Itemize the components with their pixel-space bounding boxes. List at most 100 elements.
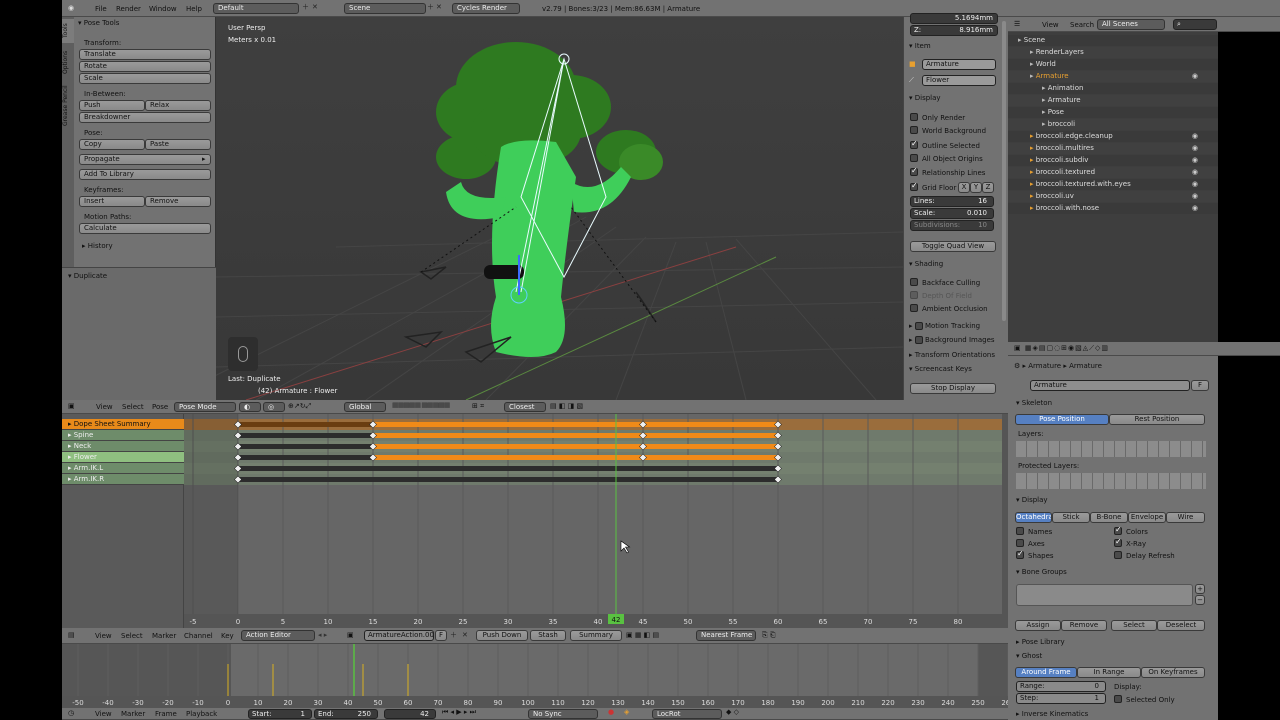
pose-library-panel-header[interactable]: ▸ Pose Library [1016,638,1065,646]
layers-grid-icon[interactable]: ▦▦▦▦▦ ▦▦▦▦▦ [392,401,450,410]
grid-scale-field[interactable]: Scale: 0.010 [910,208,994,219]
translate-button[interactable]: Translate [79,49,211,60]
ds-snap-selector[interactable]: Nearest Frame [696,630,756,641]
outliner-item[interactable]: ▸ broccoli.with.nose ◉ [1008,203,1218,214]
shapes-checkbox[interactable] [1016,549,1024,559]
outliner-view-menu[interactable]: View [1042,20,1059,30]
rotate-button[interactable]: Rotate [79,61,211,72]
propagate-button[interactable]: Propagate [79,154,211,165]
ds-select-menu[interactable]: Select [121,631,143,641]
visibility-eye-icon[interactable]: ◉ [1192,167,1198,178]
select-group-button[interactable]: Select [1111,620,1157,631]
propagate-dropdown-icon[interactable]: ▸ [202,155,206,164]
channel-row[interactable]: ▸ Neck [62,441,184,452]
remove-keyframe-button[interactable]: Remove [145,196,211,207]
snap-target-selector[interactable]: Closest [504,402,546,412]
outliner-item[interactable]: ▸ RenderLayers [1008,47,1218,58]
channel-row[interactable]: ▸ Spine [62,430,184,441]
action-fake-user-button[interactable]: F [435,630,447,641]
outline-selected-checkbox[interactable] [910,139,918,149]
ghost-step-field[interactable]: Step: 1 [1016,693,1106,704]
menu-window[interactable]: Window [149,4,177,14]
motion-tracking-panel-header[interactable]: ▸ Motion Tracking [909,322,980,330]
envelope-button[interactable]: Envelope [1128,512,1166,523]
outliner-item[interactable]: ▸ Pose [1008,107,1218,118]
action-add-icon[interactable]: ＋ [450,631,457,640]
dopesheet-keyframe-area[interactable]: -5 0 5 10 15 20 25 30 35 40 45 50 55 60 65 70 75 80 42 [184,414,1002,628]
layout-add-icon[interactable]: ＋ [302,3,309,12]
visibility-eye-icon[interactable]: ◉ [1192,191,1198,202]
outliner-search-menu[interactable]: Search [1070,20,1094,30]
insert-key-icons[interactable]: ◆ ◇ [726,708,739,717]
blender-logo-icon[interactable]: ◉ [68,4,74,13]
ghost-panel-header[interactable]: ▾ Ghost [1016,652,1042,660]
record-icon[interactable]: ● [608,708,614,717]
summary-toggle[interactable]: Summary [570,630,622,641]
remove-group-button[interactable]: Remove [1061,620,1107,631]
assign-button[interactable]: Assign [1015,620,1061,631]
ds-view-menu[interactable]: View [95,631,112,641]
names-checkbox[interactable] [1016,527,1024,535]
outliner-item[interactable]: ▸ World [1008,59,1218,70]
keying-set-icon[interactable]: ◈ [624,708,629,717]
relax-button[interactable]: Relax [145,100,211,111]
channel-row[interactable]: ▸ Arm.IK.L [62,463,184,474]
outliner-item[interactable]: ▸ broccoli.uv ◉ [1008,191,1218,202]
on-keyframes-button[interactable]: On Keyframes [1141,667,1205,678]
npanel-scrollbar[interactable] [1002,21,1006,321]
render-icons[interactable]: ▤ ◧ ◨ ▧ [550,402,583,411]
ds-channel-menu[interactable]: Channel [184,631,213,641]
only-render-checkbox[interactable] [910,113,918,121]
scene-selector[interactable]: Scene [344,3,426,14]
channel-row[interactable]: ▸ Flower [62,452,184,463]
tab-tools[interactable]: Tools [62,19,74,43]
inverse-kinematics-panel-header[interactable]: ▸ Inverse Kinematics [1016,710,1088,718]
transform-orientations-panel-header[interactable]: ▸ Transform Orientations [909,351,995,359]
remove-bone-group-button[interactable]: − [1195,595,1205,605]
dopesheet-scrollbar[interactable] [1002,414,1008,628]
pose-menu[interactable]: Pose [152,402,168,412]
outliner-item[interactable]: ▸ broccoli [1008,119,1218,130]
location-z-field[interactable]: Z: 8.916mm [910,25,998,36]
outliner-item[interactable]: ▸ Armature [1008,95,1218,106]
scene-close-icon[interactable]: ✕ [436,3,442,12]
item-panel-header[interactable]: ▾ Item [909,42,931,50]
outliner-item[interactable]: ▸ Armature ◉ [1008,71,1218,82]
3d-viewport[interactable]: User Persp Meters x 0.01 Last: Duplicate… [216,17,903,400]
shading-selector[interactable]: ◐ [239,402,261,412]
colors-checkbox[interactable] [1114,525,1122,535]
outliner-item[interactable]: ▸ Scene [1008,35,1218,46]
octahedral-button[interactable]: Octahedral [1015,512,1052,523]
ds-marker-menu[interactable]: Marker [152,631,176,641]
playback-controls-icon[interactable]: ⏮ ◂ ▶ ▸ ⏭ [442,708,476,717]
world-background-checkbox[interactable] [910,126,918,134]
axis-z-toggle[interactable]: Z [982,182,994,193]
tl-playback-menu[interactable]: Playback [186,709,217,719]
outliner-display-selector[interactable]: All Scenes [1097,19,1165,30]
push-button[interactable]: Push [79,100,145,111]
add-bone-group-button[interactable]: + [1195,584,1205,594]
keying-set-selector[interactable]: LocRot [652,709,722,719]
object-name-field[interactable]: Armature [922,59,996,70]
outliner-search-field[interactable]: ⌕ [1173,19,1217,30]
history-panel-header[interactable]: ▸ History [82,242,113,250]
rest-position-button[interactable]: Rest Position [1109,414,1205,425]
tab-grease-pencil[interactable]: Grease Pencil [62,81,74,131]
channel-row[interactable]: ▸ Dope Sheet Summary [62,419,184,430]
stop-display-button[interactable]: Stop Display [910,383,996,394]
tab-options[interactable]: Options [62,47,74,77]
start-frame-field[interactable]: Start: 1 [248,709,312,719]
add-to-library-button[interactable]: Add To Library [79,169,211,180]
relationship-lines-checkbox[interactable] [910,166,918,176]
display-panel-header[interactable]: ▾ Display [909,94,941,102]
grid-floor-checkbox[interactable] [910,181,918,191]
copy-button[interactable]: Copy [79,139,145,150]
menu-file[interactable]: File [95,4,107,14]
axis-x-toggle[interactable]: X [958,182,970,193]
delay-refresh-checkbox[interactable] [1114,551,1122,559]
ds-filter-icons[interactable]: ▣ ▦ ◧ ▤ [626,631,659,640]
around-frame-button[interactable]: Around Frame [1015,667,1077,678]
layout-close-icon[interactable]: ✕ [312,3,318,12]
visibility-eye-icon[interactable]: ◉ [1192,155,1198,166]
background-images-panel-header[interactable]: ▸ Background Images [909,336,995,344]
